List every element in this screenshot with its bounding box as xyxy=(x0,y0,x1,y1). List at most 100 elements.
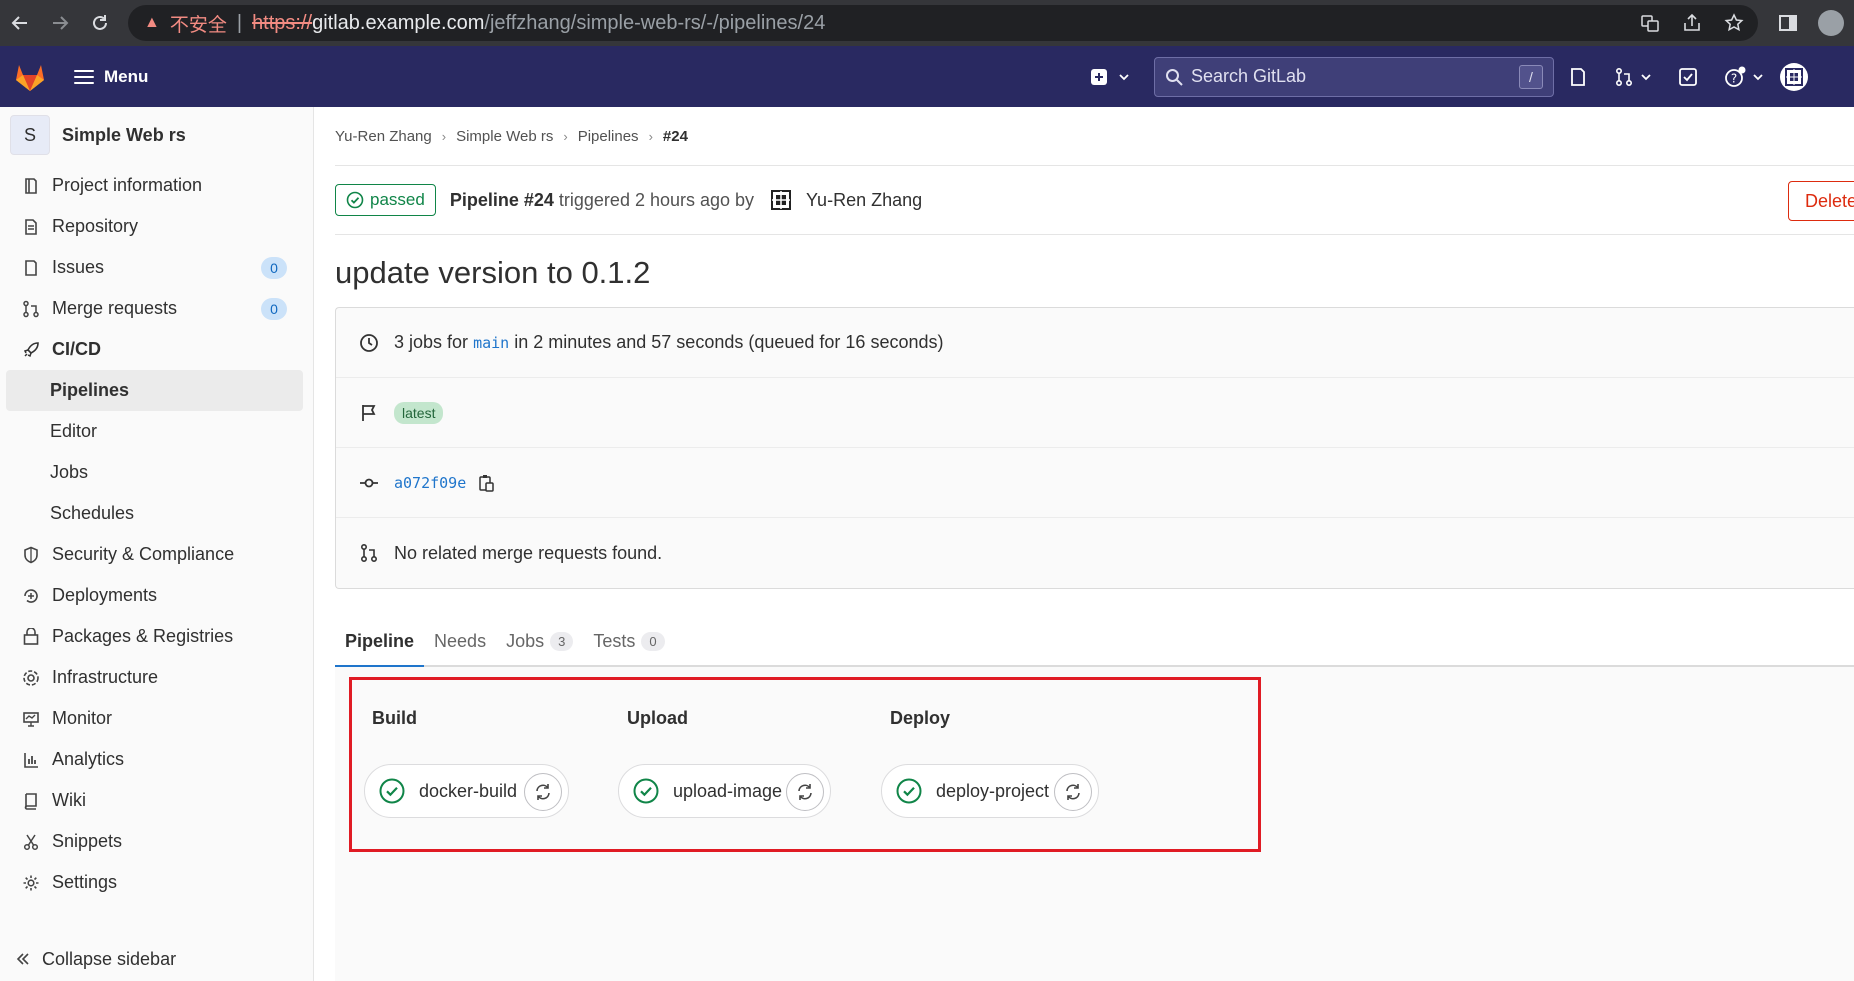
tab-pipeline[interactable]: Pipeline xyxy=(335,617,425,667)
share-icon[interactable] xyxy=(1682,13,1702,33)
project-name: Simple Web rs xyxy=(62,124,186,145)
sidebar-item-label: Pipelines xyxy=(50,380,130,400)
job-upload-image[interactable]: upload-image xyxy=(618,764,831,818)
retry-icon[interactable] xyxy=(1054,773,1092,811)
sidebar-item-jobs[interactable]: Jobs xyxy=(0,452,313,493)
tab-jobs[interactable]: Jobs 3 xyxy=(496,617,583,665)
sidebar-item-wiki[interactable]: Wiki xyxy=(0,780,313,821)
tab-needs[interactable]: Needs xyxy=(424,617,496,665)
sidebar-item-pipelines[interactable]: Pipelines xyxy=(6,370,303,411)
sidebar-item-monitor[interactable]: Monitor xyxy=(0,698,313,739)
rocket-icon xyxy=(20,339,42,361)
help-icon[interactable]: ? xyxy=(1724,66,1764,88)
retry-icon[interactable] xyxy=(524,773,562,811)
gitlab-top-bar: Menu Search GitLab / ? xyxy=(0,46,1854,107)
stage-name-deploy: Deploy xyxy=(890,708,951,728)
search-placeholder: Search GitLab xyxy=(1191,66,1307,86)
delete-button[interactable]: Delete xyxy=(1787,181,1854,221)
trigger-user-name[interactable]: Yu-Ren Zhang xyxy=(806,190,922,211)
sidebar-item-issues[interactable]: Issues 0 xyxy=(0,247,313,288)
latest-badge: latest xyxy=(394,401,444,424)
job-deploy-project[interactable]: deploy-project xyxy=(881,764,1099,818)
reload-button[interactable] xyxy=(80,0,120,46)
page-title: update version to 0.1.2 xyxy=(335,255,651,290)
pipeline-mr-row: No related merge requests found. xyxy=(336,518,1854,588)
hamburger-icon xyxy=(74,69,94,84)
success-check-icon xyxy=(633,778,659,804)
forward-button[interactable] xyxy=(40,0,80,46)
sidebar-item-security-compliance[interactable]: Security & Compliance xyxy=(0,534,313,575)
sidebar-item-label: Editor xyxy=(50,421,98,441)
collapse-sidebar-button[interactable]: Collapse sidebar xyxy=(16,937,176,981)
sidebar-item-project-information[interactable]: Project information xyxy=(0,165,313,206)
chevron-down-icon xyxy=(1119,73,1129,80)
retry-icon[interactable] xyxy=(786,773,824,811)
sidebar-item-label: Settings xyxy=(52,872,118,892)
side-panel-icon[interactable] xyxy=(1778,13,1798,33)
stage-name-build: Build xyxy=(372,708,417,728)
sidebar-item-label: Analytics xyxy=(52,749,125,769)
double-chevron-left-icon xyxy=(16,952,30,966)
svg-text:?: ? xyxy=(1731,71,1737,85)
todo-icon[interactable] xyxy=(1678,67,1698,87)
project-sidebar: S Simple Web rs Project information Repo… xyxy=(0,107,314,981)
copy-icon[interactable] xyxy=(478,474,494,492)
bookmark-star-icon[interactable] xyxy=(1724,13,1744,33)
sidebar-item-infrastructure[interactable]: Infrastructure xyxy=(0,657,313,698)
commit-icon xyxy=(358,473,380,493)
browser-profile-avatar[interactable] xyxy=(1818,10,1844,36)
sidebar-item-label: Jobs xyxy=(50,462,89,482)
merge-request-icon xyxy=(20,298,42,320)
plus-square-icon xyxy=(1091,68,1107,85)
pipeline-tabs: Pipeline Needs Jobs 3 Tests 0 xyxy=(335,589,1854,667)
sidebar-item-label: Project information xyxy=(52,175,203,195)
pipeline-trigger-text: Pipeline #24 triggered 2 hours ago by xyxy=(449,189,755,210)
sidebar-item-deployments[interactable]: Deployments xyxy=(0,575,313,616)
check-circle-icon xyxy=(346,191,364,209)
sidebar-item-editor[interactable]: Editor xyxy=(0,411,313,452)
sidebar-item-schedules[interactable]: Schedules xyxy=(0,493,313,534)
breadcrumb-pipelines[interactable]: Pipelines xyxy=(578,128,639,145)
sidebar-project-header[interactable]: S Simple Web rs xyxy=(0,107,313,163)
breadcrumb-project[interactable]: Simple Web rs xyxy=(456,128,553,145)
translate-icon[interactable] xyxy=(1640,13,1660,33)
breadcrumb-current[interactable]: #24 xyxy=(663,128,688,145)
job-docker-build[interactable]: docker-build xyxy=(364,764,569,818)
user-avatar[interactable] xyxy=(768,187,794,213)
chart-icon xyxy=(20,749,42,771)
search-input[interactable]: Search GitLab / xyxy=(1154,56,1554,97)
branch-link[interactable]: main xyxy=(473,334,509,352)
issues-nav-icon[interactable] xyxy=(1568,67,1588,87)
clock-icon xyxy=(358,333,380,353)
jobs-count-badge: 3 xyxy=(550,631,574,651)
user-avatar[interactable] xyxy=(1780,62,1808,91)
monitor-icon xyxy=(20,708,42,730)
sidebar-item-settings[interactable]: Settings xyxy=(0,862,313,903)
commit-sha-link[interactable]: a072f09e xyxy=(394,474,466,492)
sidebar-item-analytics[interactable]: Analytics xyxy=(0,739,313,780)
merge-requests-count-badge: 0 xyxy=(261,297,287,320)
tab-tests[interactable]: Tests 0 xyxy=(583,617,674,665)
duration-text: in 2 minutes and 57 seconds (queued for … xyxy=(514,332,944,352)
sidebar-item-packages-registries[interactable]: Packages & Registries xyxy=(0,616,313,657)
menu-button[interactable]: Menu xyxy=(74,67,148,87)
status-badge[interactable]: passed xyxy=(335,184,436,216)
sidebar-item-merge-requests[interactable]: Merge requests 0 xyxy=(0,288,313,329)
breadcrumb-user[interactable]: Yu-Ren Zhang xyxy=(335,128,432,145)
package-icon xyxy=(20,626,42,648)
gear-icon xyxy=(20,872,42,894)
browser-toolbar: ▲ 不安全 | https://gitlab.example.com/jeffz… xyxy=(0,0,1854,46)
address-bar[interactable]: ▲ 不安全 | https://gitlab.example.com/jeffz… xyxy=(128,5,1758,41)
merge-requests-nav-icon[interactable] xyxy=(1614,67,1652,87)
book-icon xyxy=(20,790,42,812)
search-shortcut-hint: / xyxy=(1519,64,1543,89)
sidebar-item-ci-cd[interactable]: CI/CD xyxy=(0,329,313,370)
project-avatar: S xyxy=(10,115,50,155)
sidebar-item-repository[interactable]: Repository xyxy=(0,206,313,247)
sidebar-item-snippets[interactable]: Snippets xyxy=(0,821,313,862)
new-item-dropdown[interactable] xyxy=(1090,68,1130,86)
back-button[interactable] xyxy=(0,0,40,46)
pipeline-info-box: 3 jobs for main in 2 minutes and 57 seco… xyxy=(335,307,1854,589)
shield-icon xyxy=(20,544,42,566)
gitlab-logo[interactable] xyxy=(0,46,60,107)
